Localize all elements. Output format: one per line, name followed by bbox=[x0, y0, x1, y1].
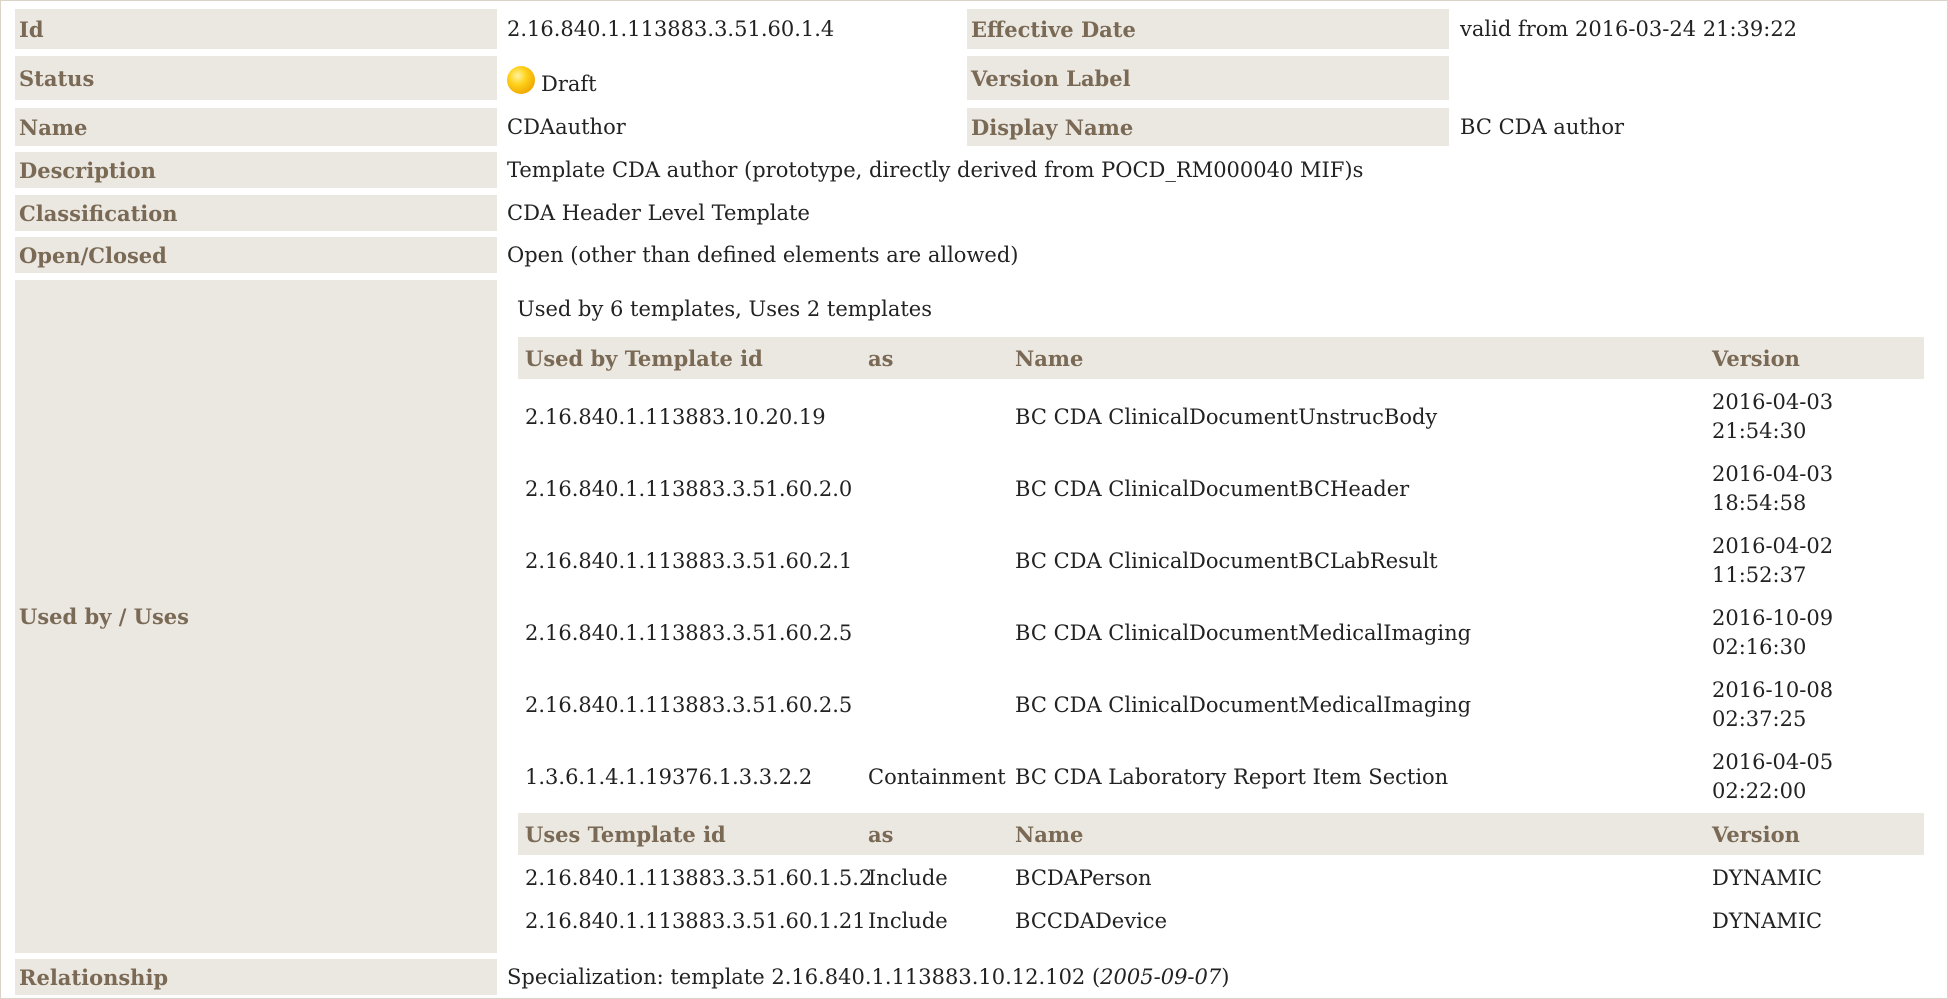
name-value: CDAauthor bbox=[507, 115, 626, 139]
used-by-row: 2.16.840.1.113883.10.20.19 BC CDA Clinic… bbox=[518, 380, 1924, 453]
version-label-label: Version Label bbox=[967, 56, 1449, 100]
used-by-as bbox=[861, 525, 1008, 597]
used-by-version: 2016-04-02 11:52:37 bbox=[1705, 525, 1924, 597]
used-by-row: 2.16.840.1.113883.3.51.60.2.5 BC CDA Cli… bbox=[518, 597, 1924, 669]
uses-version: DYNAMIC bbox=[1712, 909, 1823, 933]
relationship-label: Relationship bbox=[15, 959, 497, 995]
classification-label: Classification bbox=[15, 195, 497, 231]
used-by-version: 2016-04-03 18:54:58 bbox=[1705, 453, 1924, 525]
display-name-label: Display Name bbox=[967, 108, 1449, 146]
uses-version: DYNAMIC bbox=[1712, 866, 1823, 890]
used-by-id[interactable]: 2.16.840.1.113883.3.51.60.2.5 bbox=[518, 597, 861, 669]
uses-name[interactable]: BCCDADevice bbox=[1008, 900, 1705, 943]
used-by-id[interactable]: 2.16.840.1.113883.3.51.60.2.5 bbox=[518, 669, 861, 741]
uses-id[interactable]: 2.16.840.1.113883.3.51.60.1.21 bbox=[518, 900, 866, 943]
used-by-header-as: as bbox=[861, 337, 1008, 381]
relationship-prefix: Specialization: template 2.16.840.1.1138… bbox=[507, 965, 1101, 989]
used-by-as bbox=[861, 453, 1008, 525]
version-date: 2016-10-09 bbox=[1712, 606, 1834, 630]
used-by-uses-label: Used by / Uses bbox=[15, 280, 497, 953]
uses-as: Include bbox=[868, 909, 948, 933]
version-date: 2016-04-03 bbox=[1712, 462, 1834, 486]
relationship-suffix: ) bbox=[1221, 965, 1230, 989]
used-by-version: 2016-10-09 02:16:30 bbox=[1705, 597, 1924, 669]
used-by-as bbox=[861, 380, 1008, 453]
template-details-panel: Id 2.16.840.1.113883.3.51.60.1.4 Effecti… bbox=[0, 0, 1948, 999]
used-by-name[interactable]: BC CDA ClinicalDocumentBCLabResult bbox=[1008, 525, 1705, 597]
used-by-header-name: Name bbox=[1008, 337, 1705, 381]
uses-header-row: Uses Template id as Name Version bbox=[518, 813, 1924, 857]
used-by-as: Containment bbox=[868, 764, 1006, 789]
used-by-id[interactable]: 2.16.840.1.113883.3.51.60.2.1 bbox=[518, 525, 861, 597]
description-value: Template CDA author (prototype, directly… bbox=[507, 158, 1364, 182]
relationship-value: Specialization: template 2.16.840.1.1138… bbox=[507, 959, 1229, 995]
used-by-as bbox=[861, 597, 1008, 669]
description-label: Description bbox=[15, 152, 497, 188]
relationship-date: 2005-09-07 bbox=[1100, 965, 1222, 989]
version-time: 11:52:37 bbox=[1712, 563, 1807, 587]
name-label: Name bbox=[15, 108, 497, 146]
version-date: 2016-10-08 bbox=[1712, 678, 1834, 702]
uses-header-as: as bbox=[861, 813, 1008, 857]
used-by-as bbox=[861, 669, 1008, 741]
used-by-uses-summary: Used by 6 templates, Uses 2 templates bbox=[517, 297, 932, 321]
version-date: 2016-04-02 bbox=[1712, 534, 1834, 558]
display-name-value: BC CDA author bbox=[1460, 115, 1625, 139]
used-by-name[interactable]: BC CDA ClinicalDocumentMedicalImaging bbox=[1008, 597, 1705, 669]
uses-as: Include bbox=[868, 866, 948, 890]
status-value: Draft bbox=[507, 56, 597, 106]
used-by-name[interactable]: BC CDA Laboratory Report Item Section bbox=[1008, 741, 1705, 813]
version-date: 2016-04-03 bbox=[1712, 390, 1834, 414]
version-time: 02:37:25 bbox=[1712, 707, 1807, 731]
used-by-id[interactable]: 2.16.840.1.113883.3.51.60.2.0 bbox=[518, 453, 861, 525]
used-by-name[interactable]: BC CDA ClinicalDocumentMedicalImaging bbox=[1008, 669, 1705, 741]
used-by-row: 2.16.840.1.113883.3.51.60.2.0 BC CDA Cli… bbox=[518, 453, 1924, 525]
used-by-name[interactable]: BC CDA ClinicalDocumentUnstrucBody bbox=[1008, 380, 1705, 453]
id-label: Id bbox=[15, 9, 497, 49]
used-by-id[interactable]: 1.3.6.1.4.1.19376.1.3.3.2.2 bbox=[518, 741, 861, 813]
effective-date-value: valid from 2016-03-24 21:39:22 bbox=[1460, 17, 1798, 41]
status-draft-icon bbox=[507, 66, 535, 94]
used-by-row: 1.3.6.1.4.1.19376.1.3.3.2.2 Containment … bbox=[518, 741, 1924, 813]
used-by-name[interactable]: BC CDA ClinicalDocumentBCHeader bbox=[1008, 453, 1705, 525]
used-by-uses-table: Used by Template id as Name Version 2.16… bbox=[518, 337, 1924, 943]
used-by-id[interactable]: 2.16.840.1.113883.10.20.19 bbox=[518, 380, 861, 453]
uses-header-name: Name bbox=[1008, 813, 1705, 857]
status-label: Status bbox=[15, 56, 497, 100]
open-closed-value: Open (other than defined elements are al… bbox=[507, 243, 1019, 267]
used-by-row: 2.16.840.1.113883.3.51.60.2.5 BC CDA Cli… bbox=[518, 669, 1924, 741]
used-by-version: 2016-04-05 02:22:00 bbox=[1705, 741, 1924, 813]
uses-row: 2.16.840.1.113883.3.51.60.1.21 Include B… bbox=[518, 900, 1924, 943]
classification-value: CDA Header Level Template bbox=[507, 201, 810, 225]
used-by-version: 2016-04-03 21:54:30 bbox=[1705, 380, 1924, 453]
used-by-header-row: Used by Template id as Name Version bbox=[518, 337, 1924, 381]
used-by-header-id: Used by Template id bbox=[518, 337, 861, 381]
used-by-version: 2016-10-08 02:37:25 bbox=[1705, 669, 1924, 741]
version-time: 02:22:00 bbox=[1712, 779, 1807, 803]
used-by-row: 2.16.840.1.113883.3.51.60.2.1 BC CDA Cli… bbox=[518, 525, 1924, 597]
effective-date-label: Effective Date bbox=[967, 9, 1449, 49]
uses-header-version: Version bbox=[1705, 813, 1924, 857]
open-closed-label: Open/Closed bbox=[15, 237, 497, 273]
status-text: Draft bbox=[541, 72, 597, 96]
uses-id[interactable]: 2.16.840.1.113883.3.51.60.1.5.2 bbox=[518, 856, 872, 900]
version-date: 2016-04-05 bbox=[1712, 750, 1834, 774]
version-time: 02:16:30 bbox=[1712, 635, 1807, 659]
id-value: 2.16.840.1.113883.3.51.60.1.4 bbox=[507, 17, 835, 41]
version-time: 18:54:58 bbox=[1712, 491, 1807, 515]
uses-row: 2.16.840.1.113883.3.51.60.1.5.2 Include … bbox=[518, 856, 1924, 900]
uses-name[interactable]: BCDAPerson bbox=[1008, 856, 1705, 900]
uses-header-id: Uses Template id bbox=[518, 813, 861, 857]
used-by-header-version: Version bbox=[1705, 337, 1924, 381]
version-time: 21:54:30 bbox=[1712, 419, 1807, 443]
